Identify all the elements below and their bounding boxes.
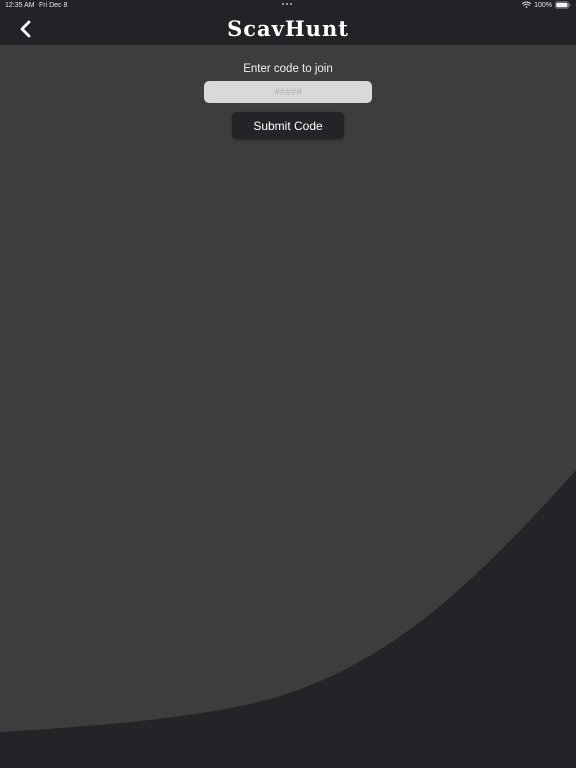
status-right: 100% (522, 1, 571, 9)
join-code-input[interactable] (204, 81, 372, 103)
status-date: Fri Dec 8 (39, 2, 68, 9)
battery-percent: 100% (534, 1, 552, 9)
status-time: 12:35 AM (5, 2, 35, 9)
wifi-icon (522, 1, 532, 9)
app-screen: 12:35 AM Fri Dec 8 100% ScavHunt Enter c… (0, 0, 576, 768)
app-title: ScavHunt (227, 16, 349, 41)
battery-icon (555, 1, 571, 9)
multitasking-dots-icon[interactable] (282, 3, 292, 5)
status-bar: 12:35 AM Fri Dec 8 100% (0, 0, 576, 12)
navigation-bar: ScavHunt (0, 12, 576, 45)
submit-code-button[interactable]: Submit Code (232, 112, 344, 139)
join-prompt-label: Enter code to join (243, 63, 333, 75)
